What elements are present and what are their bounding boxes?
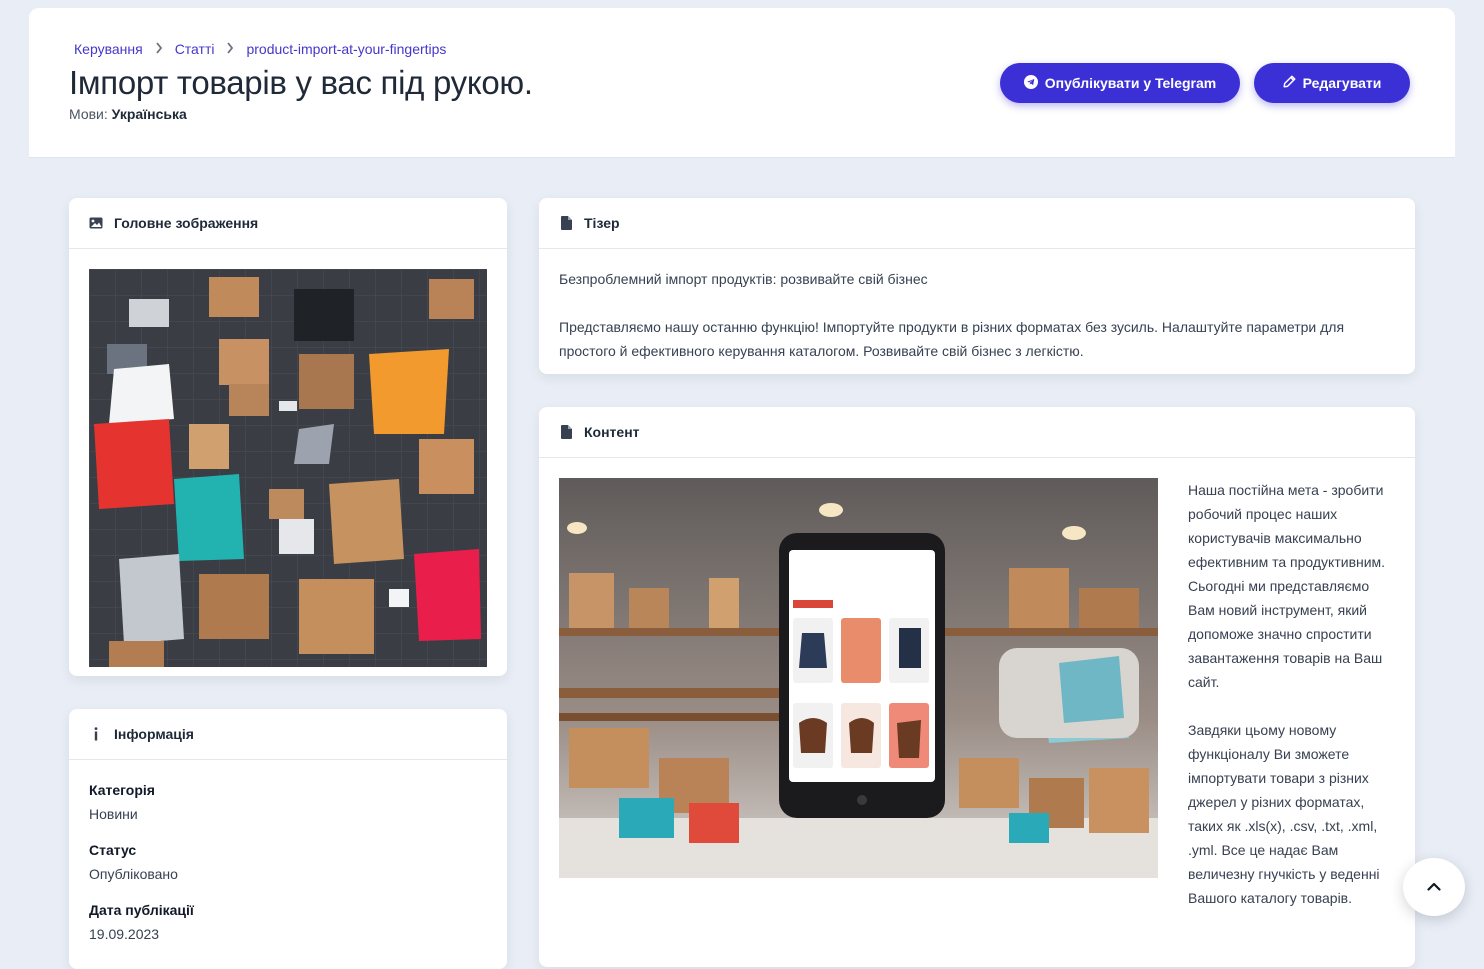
pencil-icon: [1283, 75, 1296, 91]
teaser-card-title: Тізер: [584, 215, 620, 231]
breadcrumb-item-articles[interactable]: Статті: [175, 41, 215, 57]
content-card-header: Контент: [539, 407, 1415, 458]
status-label: Статус: [89, 842, 137, 858]
content-paragraph: Наша постійна мета - зробити робочий про…: [1188, 482, 1386, 690]
main-image[interactable]: [89, 269, 487, 667]
teaser-body: Безпроблемний імпорт продуктів: розвивай…: [539, 249, 1415, 374]
chevron-right-icon: [226, 41, 234, 57]
main-image-card: Головне зображення: [69, 198, 507, 676]
breadcrumb: Керування Статті product-import-at-your-…: [74, 41, 446, 57]
teaser-card-header: Тізер: [539, 198, 1415, 249]
teaser-card: Тізер Безпроблемний імпорт продуктів: ро…: [539, 198, 1415, 374]
publish-date-value: 19.09.2023: [89, 926, 160, 942]
main-image-card-title: Головне зображення: [114, 215, 259, 231]
category-value: Новини: [89, 806, 138, 822]
info-card-header: Інформація: [69, 709, 507, 760]
page-title: Імпорт товарів у вас під рукою.: [69, 64, 533, 101]
content-paragraph: Завдяки цьому новому функціоналу Ви змож…: [1188, 722, 1380, 906]
file-icon: [559, 425, 573, 439]
category-label: Категорія: [89, 782, 155, 798]
teaser-paragraph: Представляємо нашу останню функцію! Імпо…: [559, 319, 1345, 359]
image-icon: [89, 216, 103, 230]
chevron-right-icon: [155, 41, 163, 57]
info-card: Інформація Категорія Новини Статус Опубл…: [69, 709, 507, 969]
languages: Мови: Українська: [69, 106, 187, 122]
chevron-up-icon: [1427, 878, 1441, 896]
languages-value: Українська: [111, 106, 187, 122]
file-icon: [559, 216, 573, 230]
edit-label: Редагувати: [1302, 75, 1382, 91]
telegram-icon: [1023, 74, 1038, 92]
scroll-to-top-button[interactable]: [1403, 858, 1465, 916]
edit-button[interactable]: Редагувати: [1254, 63, 1410, 103]
info-card-title: Інформація: [114, 726, 194, 742]
publish-telegram-label: Опублікувати у Telegram: [1044, 75, 1217, 91]
content-card-title: Контент: [584, 424, 640, 440]
breadcrumb-item-current[interactable]: product-import-at-your-fingertips: [246, 41, 446, 57]
teaser-paragraph: Безпроблемний імпорт продуктів: розвивай…: [559, 271, 928, 287]
info-icon: [89, 727, 103, 741]
content-text: Наша постійна мета - зробити робочий про…: [1188, 478, 1393, 934]
status-value: Опубліковано: [89, 866, 178, 882]
languages-label: Мови:: [69, 106, 108, 122]
page-header: Керування Статті product-import-at-your-…: [29, 8, 1455, 158]
info-card-body: Категорія Новини Статус Опубліковано Дат…: [69, 760, 507, 969]
publish-telegram-button[interactable]: Опублікувати у Telegram: [1000, 63, 1240, 103]
content-card: Контент Наша постійна мета - зробити роб…: [539, 407, 1415, 967]
publish-date-label: Дата публікації: [89, 902, 194, 918]
main-image-card-header: Головне зображення: [69, 198, 507, 249]
breadcrumb-item-management[interactable]: Керування: [74, 41, 143, 57]
content-image[interactable]: [559, 478, 1158, 878]
